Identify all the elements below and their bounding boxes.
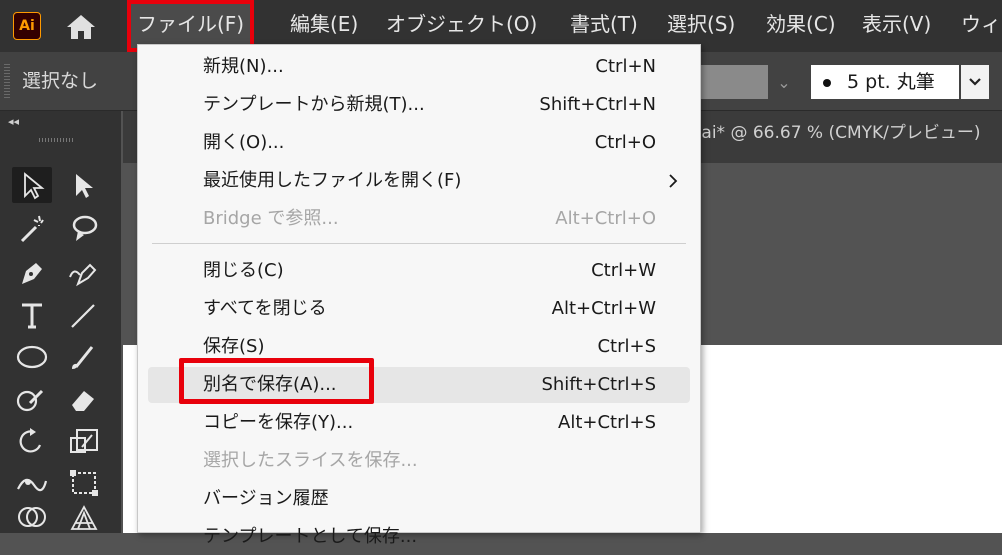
- menu-item-shortcut: Shift+Ctrl+N: [539, 94, 656, 115]
- chevron-down-icon[interactable]: [961, 65, 989, 99]
- file-menu-dropdown: 新規(N)... Ctrl+N テンプレートから新規(T)... Shift+C…: [137, 44, 701, 547]
- free-transform-tool-icon[interactable]: [64, 465, 104, 501]
- tools-panel-grip[interactable]: [39, 138, 75, 142]
- menu-item-new-from-template[interactable]: テンプレートから新規(T)... Shift+Ctrl+N: [148, 87, 690, 123]
- menu-item-shortcut: Ctrl+S: [597, 336, 656, 357]
- menu-item-shortcut: Alt+Ctrl+S: [558, 412, 656, 433]
- menu-item-label: 選択したスライスを保存...: [203, 450, 418, 471]
- brush-value: 5 pt. 丸筆: [847, 71, 935, 93]
- selection-tool-icon[interactable]: [12, 167, 52, 203]
- menu-item-label: 最近使用したファイルを開く(F): [203, 170, 462, 191]
- curvature-tool-icon[interactable]: [64, 255, 104, 291]
- selection-status: 選択なし: [22, 70, 99, 92]
- menu-item-browse-in-bridge: Bridge で参照... Alt+Ctrl+O: [148, 201, 690, 237]
- width-tool-icon[interactable]: [12, 465, 52, 501]
- menu-item-new[interactable]: 新規(N)... Ctrl+N: [148, 49, 690, 85]
- shape-builder-tool-icon[interactable]: [12, 503, 52, 539]
- menu-item-save-as-template[interactable]: テンプレートとして保存...: [148, 519, 690, 555]
- menu-item-version-history[interactable]: バージョン履歴: [148, 481, 690, 517]
- menu-item-close-all[interactable]: すべてを閉じる Alt+Ctrl+W: [148, 291, 690, 327]
- direct-selection-tool-icon[interactable]: [64, 167, 104, 203]
- tools-panel: ◂◂: [0, 111, 121, 533]
- menu-item-label: 開く(O)...: [203, 132, 285, 153]
- ellipse-tool-icon[interactable]: [12, 339, 52, 375]
- save-as-highlight-annotation: [179, 358, 374, 404]
- rotate-tool-icon[interactable]: [12, 423, 52, 459]
- menu-window[interactable]: ウィ: [961, 0, 1001, 52]
- menu-item-shortcut: Alt+Ctrl+O: [555, 208, 656, 229]
- menu-file[interactable]: ファイル(F): [126, 0, 255, 52]
- menu-item-label: 閉じる(C): [203, 260, 284, 281]
- menu-item-shortcut: Alt+Ctrl+W: [551, 298, 656, 319]
- paintbrush-tool-icon[interactable]: [64, 339, 104, 375]
- menu-item-label: テンプレートから新規(T)...: [203, 94, 425, 115]
- magic-wand-tool-icon[interactable]: [12, 211, 52, 247]
- menu-item-label: バージョン履歴: [203, 488, 329, 509]
- menu-separator: [152, 243, 686, 244]
- eraser-tool-icon[interactable]: [64, 381, 104, 417]
- brush-dot-icon: [823, 78, 831, 87]
- line-tool-icon[interactable]: [64, 297, 104, 333]
- scale-tool-icon[interactable]: [64, 423, 104, 459]
- menu-item-label: テンプレートとして保存...: [203, 526, 418, 547]
- menu-item-shortcut: Ctrl+W: [591, 260, 656, 281]
- home-icon[interactable]: [64, 12, 98, 42]
- collapse-icon[interactable]: ◂◂: [8, 115, 19, 128]
- menu-item-shortcut: Shift+Ctrl+S: [541, 374, 656, 395]
- menu-item-shortcut: Ctrl+N: [595, 56, 656, 77]
- stroke-swatch[interactable]: [694, 65, 768, 99]
- menu-item-close[interactable]: 閉じる(C) Ctrl+W: [148, 253, 690, 289]
- menu-item-save-a-copy[interactable]: コピーを保存(Y)... Alt+Ctrl+S: [148, 405, 690, 441]
- menu-item-open-recent[interactable]: 最近使用したファイルを開く(F): [148, 163, 690, 199]
- perspective-grid-tool-icon[interactable]: [64, 503, 104, 539]
- menu-item-label: すべてを閉じる: [203, 298, 327, 319]
- menu-item-label: 新規(N)...: [203, 56, 284, 77]
- document-tab[interactable]: .ai* @ 66.67 % (CMYK/プレビュー): [696, 111, 981, 155]
- type-tool-icon[interactable]: [12, 297, 52, 333]
- chevron-down-icon[interactable]: ⌄: [770, 65, 798, 99]
- brush-definition-select[interactable]: 5 pt. 丸筆: [811, 65, 959, 99]
- lasso-tool-icon[interactable]: [64, 211, 104, 247]
- menu-item-label: コピーを保存(Y)...: [203, 412, 354, 433]
- app-logo: Ai: [13, 12, 41, 40]
- chevron-right-icon: [668, 163, 678, 202]
- pen-tool-icon[interactable]: [12, 255, 52, 291]
- menu-effect[interactable]: 効果(C): [766, 0, 836, 52]
- menu-item-shortcut: Ctrl+O: [594, 132, 656, 153]
- menu-view[interactable]: 表示(V): [862, 0, 931, 52]
- menu-item-label: Bridge で参照...: [203, 208, 339, 229]
- shaper-tool-icon[interactable]: [12, 381, 52, 417]
- control-bar-grip[interactable]: [4, 64, 10, 98]
- menu-item-open[interactable]: 開く(O)... Ctrl+O: [148, 125, 690, 161]
- menu-item-save-selected-slices: 選択したスライスを保存...: [148, 443, 690, 479]
